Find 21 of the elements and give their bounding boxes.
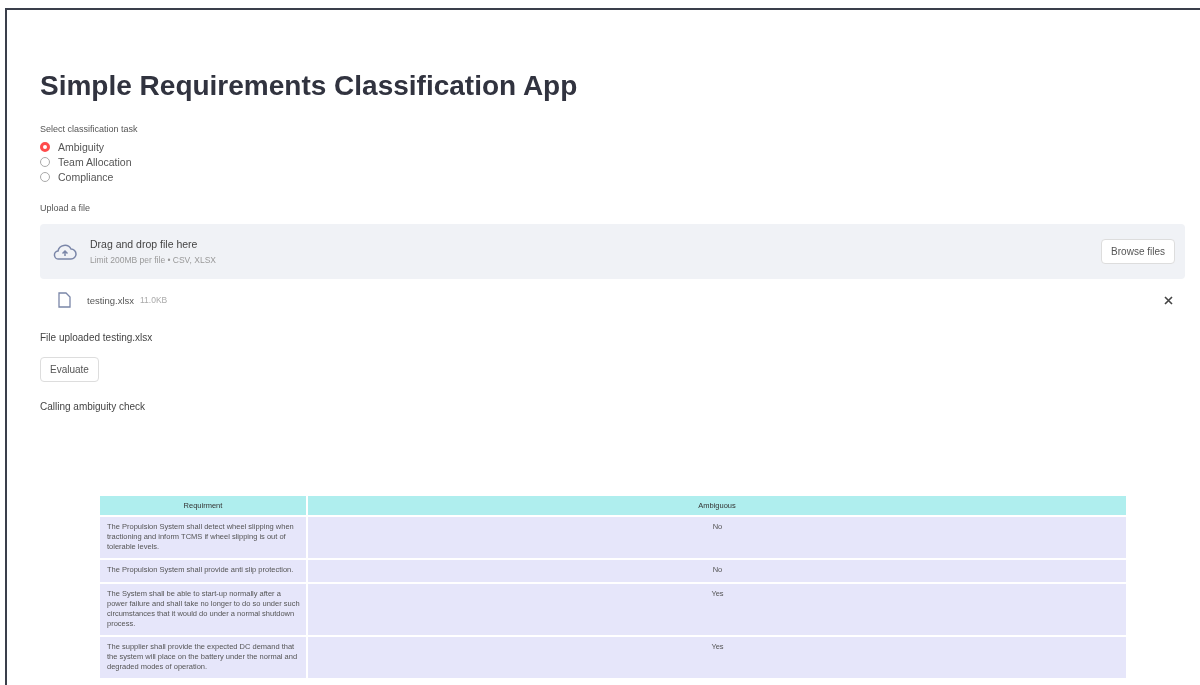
status-text: File uploaded testing.xlsx: [40, 332, 153, 343]
radio-label[interactable]: Ambiguity: [58, 141, 105, 153]
app-title: Simple Requirements Classification App: [40, 70, 579, 102]
radio-button[interactable]: [40, 142, 50, 152]
radio-group-label: Select classification task: [40, 124, 138, 134]
file-dropzone[interactable]: Drag and drop file here Limit 200MB per file • CSV, XLSX Browse files: [40, 224, 1185, 279]
radio-button[interactable]: [40, 172, 50, 182]
file-icon: [58, 292, 71, 308]
dropzone-text: Drag and drop file here: [90, 238, 199, 250]
file-name: testing.xlsx: [87, 294, 134, 306]
radio-label[interactable]: Team Allocation: [58, 156, 132, 168]
upload-limit-text: Limit 200MB per file • CSV, XLSX: [90, 255, 217, 265]
browse-files-button[interactable]: Browse files: [1101, 239, 1175, 264]
radio-label[interactable]: Compliance: [58, 171, 114, 183]
message-text: Calling ambiguity check: [40, 401, 146, 412]
radio-button[interactable]: [40, 157, 50, 167]
upload-label: Upload a file: [40, 203, 91, 213]
evaluate-button[interactable]: Evaluate: [40, 357, 99, 382]
close-icon[interactable]: [1164, 295, 1173, 305]
file-size: 11.0KB: [140, 295, 169, 305]
cloud-upload-icon: [52, 242, 78, 261]
